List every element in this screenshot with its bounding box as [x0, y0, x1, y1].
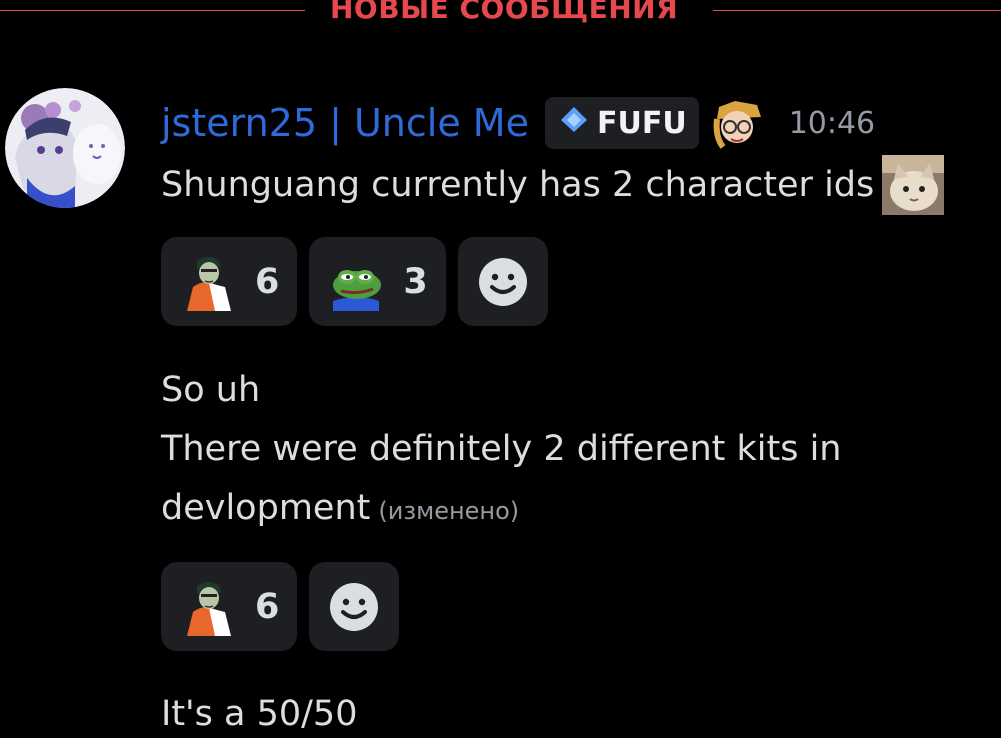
message-text: It's a 50/50: [161, 694, 358, 734]
add-reaction-smiley-icon: [330, 582, 379, 631]
reactions-row: 6 3: [161, 237, 548, 326]
divider-line-left: [0, 10, 305, 11]
server-tag[interactable]: FUFU: [544, 97, 699, 149]
message-line: Shunguang currently has 2 character ids: [161, 155, 945, 215]
message-text: devlopment: [161, 488, 371, 528]
reaction-count: 6: [255, 261, 280, 302]
edited-label: (изменено): [378, 497, 520, 525]
timestamp: 10:46: [788, 105, 876, 141]
reaction-button[interactable]: 6: [161, 562, 298, 651]
reaction-count: 3: [403, 261, 428, 302]
pepe-frog-emoji-icon: [333, 269, 382, 311]
message-header: jstern25 | Uncle Me FUFU 10:46: [161, 93, 875, 153]
message-text: So uh: [161, 370, 261, 410]
server-tag-label: FUFU: [596, 105, 687, 141]
message-line: devlopment (изменено): [161, 488, 519, 528]
new-messages-label: НОВЫЕ СООБЩЕНИЯ: [330, 0, 679, 25]
divider-line-right: [713, 10, 1001, 11]
orange-robed-person-emoji-icon: [187, 581, 231, 636]
add-reaction-smiley-icon: [478, 257, 527, 306]
avatar[interactable]: [5, 88, 125, 208]
reactions-row: 6: [161, 562, 400, 651]
orange-robed-person-emoji-icon: [187, 256, 231, 311]
new-messages-divider: НОВЫЕ СООБЩЕНИЯ: [0, 0, 1001, 26]
reaction-button[interactable]: 6: [161, 237, 298, 326]
avatar-decoration-icon: [710, 97, 765, 149]
add-reaction-button[interactable]: [309, 562, 400, 651]
reaction-count: 6: [255, 586, 280, 627]
cat-emoji-icon[interactable]: [882, 155, 945, 215]
add-reaction-button[interactable]: [457, 237, 548, 326]
message-text: There were definitely 2 different kits i…: [161, 429, 842, 469]
username[interactable]: jstern25 | Uncle Me: [161, 101, 529, 145]
message-text: Shunguang currently has 2 character ids: [161, 165, 875, 205]
gem-icon: [557, 104, 591, 142]
reaction-button[interactable]: 3: [309, 237, 446, 326]
